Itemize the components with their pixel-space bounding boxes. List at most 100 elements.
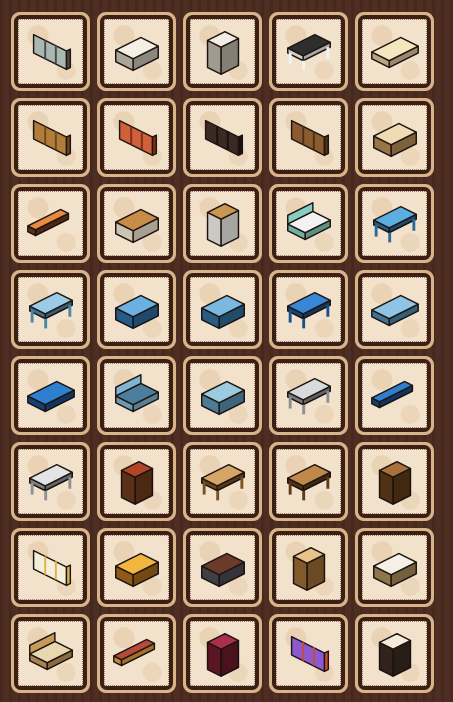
inventory-slot-gray-table[interactable]: [11, 442, 90, 521]
inventory-slot-black-table[interactable]: [269, 12, 348, 91]
inventory-slot-blue-bathtub[interactable]: [183, 270, 262, 349]
red-throne-icon: [206, 632, 239, 677]
slot-inner: [276, 19, 341, 84]
slot-frame: [186, 617, 259, 690]
inventory-slot-gray-counter[interactable]: [269, 356, 348, 435]
inventory-slot-wooden-chest[interactable]: [97, 184, 176, 263]
slot-frame: [358, 445, 431, 518]
white-bookshelf-icon: [206, 30, 239, 75]
inventory-slot-white-bathtub[interactable]: [97, 12, 176, 91]
inventory-slot-purple-sign[interactable]: [269, 614, 348, 693]
inventory-slot-cream-cabinet[interactable]: [355, 98, 434, 177]
inventory-slot-glass-window[interactable]: [11, 12, 90, 91]
slot-frame: [14, 101, 87, 174]
slot-inner: [362, 363, 427, 428]
white-bathtub-icon: [114, 36, 159, 71]
inventory-slot-blue-oval-tub[interactable]: [183, 356, 262, 435]
slot-frame: [186, 187, 259, 260]
wooden-shelf-icon: [292, 546, 325, 591]
slot-frame: [358, 531, 431, 604]
slot-inner: [18, 191, 83, 256]
wooden-fence-icon: [32, 119, 71, 156]
inventory-slot-red-throne[interactable]: [183, 614, 262, 693]
slot-frame: [186, 15, 259, 88]
slot-frame: [14, 187, 87, 260]
inventory-slot-red-long-box[interactable]: [97, 614, 176, 693]
slot-inner: [190, 19, 255, 84]
inventory-slot-wooden-bookcase[interactable]: [355, 442, 434, 521]
inventory-slot-wooden-fence[interactable]: [11, 98, 90, 177]
wooden-bed-icon: [28, 631, 73, 670]
red-fence-icon: [118, 119, 157, 156]
inventory-slot-orange-bench[interactable]: [11, 184, 90, 263]
slot-inner: [276, 535, 341, 600]
inventory-slot-dresser[interactable]: [183, 184, 262, 263]
wooden-bookcase-icon: [378, 460, 411, 505]
inventory-slot-blue-table[interactable]: [355, 184, 434, 263]
slot-inner: [18, 277, 83, 342]
inventory-slot-blue-bench[interactable]: [355, 356, 434, 435]
inventory-slot-brick-nightstand[interactable]: [97, 442, 176, 521]
slot-frame: [358, 187, 431, 260]
slot-frame: [272, 15, 345, 88]
gray-counter-icon: [286, 377, 331, 414]
inventory-slot-teal-bed[interactable]: [269, 184, 348, 263]
inventory-slot-light-blue-table[interactable]: [11, 270, 90, 349]
inventory-slot-wooden-low-table[interactable]: [183, 442, 262, 521]
slot-inner: [276, 191, 341, 256]
inventory-slot-white-fireplace[interactable]: [355, 614, 434, 693]
white-shelf-icon: [32, 549, 71, 586]
inventory-slot-white-bookshelf[interactable]: [183, 12, 262, 91]
slot-frame: [14, 445, 87, 518]
slot-frame: [272, 445, 345, 518]
inventory-slot-light-blue-slab[interactable]: [355, 270, 434, 349]
inventory-slot-blue-bed-frame[interactable]: [97, 356, 176, 435]
blue-bench-icon: [370, 380, 413, 408]
inventory-slot-stove[interactable]: [183, 528, 262, 607]
inventory-slot-gold-chest[interactable]: [97, 528, 176, 607]
inventory-slot-blue-oval-table[interactable]: [11, 356, 90, 435]
inventory-slot-red-fence[interactable]: [97, 98, 176, 177]
slot-frame: [358, 273, 431, 346]
slot-inner: [362, 105, 427, 170]
light-blue-table-icon: [28, 291, 73, 328]
inventory-slot-blue-tile-counter[interactable]: [97, 270, 176, 349]
slot-inner: [362, 621, 427, 686]
slot-inner: [190, 277, 255, 342]
black-table-icon: [286, 33, 331, 70]
slot-inner: [190, 449, 255, 514]
inventory-slot-brown-panel[interactable]: [269, 98, 348, 177]
slot-frame: [186, 273, 259, 346]
brown-panel-icon: [290, 119, 329, 156]
slot-frame: [100, 359, 173, 432]
cream-cabinet-icon: [372, 122, 417, 157]
gray-table-icon: [28, 463, 73, 500]
slot-inner: [362, 277, 427, 342]
slot-frame: [100, 273, 173, 346]
inventory-slot-wooden-desk[interactable]: [269, 442, 348, 521]
slot-frame: [14, 15, 87, 88]
slot-inner: [190, 191, 255, 256]
slot-inner: [362, 191, 427, 256]
inventory-slot-white-shelf[interactable]: [11, 528, 90, 607]
inventory-slot-wooden-shelf[interactable]: [269, 528, 348, 607]
slot-inner: [104, 105, 169, 170]
slot-frame: [100, 101, 173, 174]
blue-bed-frame-icon: [114, 373, 159, 412]
inventory-slot-blue-tile-table[interactable]: [269, 270, 348, 349]
slot-inner: [190, 621, 255, 686]
slot-inner: [104, 19, 169, 84]
slot-inner: [18, 621, 83, 686]
inventory-slot-black-comb-fence[interactable]: [183, 98, 262, 177]
blue-table-icon: [372, 205, 417, 242]
slot-frame: [186, 531, 259, 604]
slot-frame: [14, 617, 87, 690]
inventory-slot-kitchen-counter[interactable]: [355, 528, 434, 607]
inventory-slot-cream-mattress[interactable]: [355, 12, 434, 91]
red-long-box-icon: [112, 638, 155, 666]
slot-frame: [272, 617, 345, 690]
slot-inner: [104, 449, 169, 514]
slot-inner: [276, 363, 341, 428]
inventory-slot-wooden-bed[interactable]: [11, 614, 90, 693]
slot-inner: [18, 449, 83, 514]
